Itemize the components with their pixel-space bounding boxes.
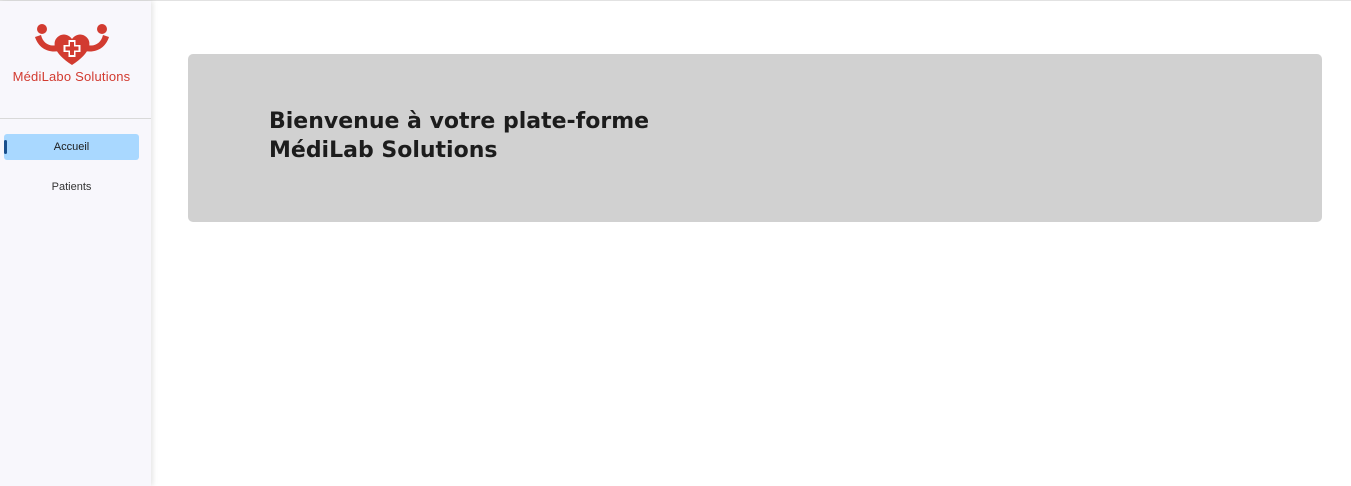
welcome-brand: MédiLab Solutions xyxy=(269,138,498,163)
logo-area: MédiLabo Solutions xyxy=(0,1,151,119)
sidebar-item-patients[interactable]: Patients xyxy=(4,174,139,200)
sidebar-item-accueil[interactable]: Accueil xyxy=(4,134,139,160)
sidebar: MédiLabo Solutions Accueil Patients xyxy=(0,1,151,486)
brand-name: MédiLabo Solutions xyxy=(12,69,131,84)
sidebar-item-label: Patients xyxy=(51,181,92,193)
welcome-prefix: Bienvenue à votre plate-forme xyxy=(269,109,650,134)
app-window: MédiLabo Solutions Accueil Patients Bien… xyxy=(0,0,1351,486)
welcome-banner: Bienvenue à votre plate-forme MédiLab So… xyxy=(188,54,1322,222)
medilabo-logo-icon xyxy=(35,24,109,65)
sidebar-item-label: Accueil xyxy=(53,141,90,153)
welcome-title: Bienvenue à votre plate-forme MédiLab So… xyxy=(269,107,749,165)
